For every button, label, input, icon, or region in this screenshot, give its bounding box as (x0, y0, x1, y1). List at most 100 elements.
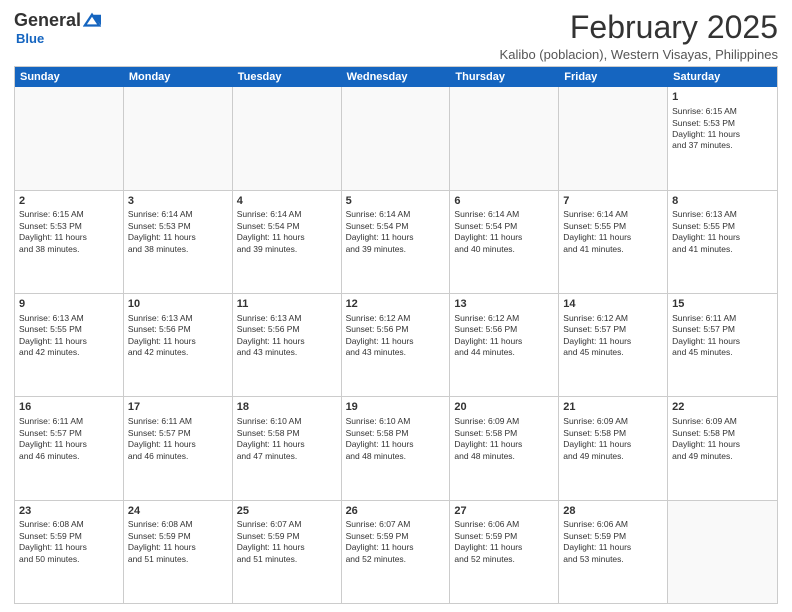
day-cell: 27Sunrise: 6:06 AM Sunset: 5:59 PM Dayli… (450, 501, 559, 603)
day-cell: 6Sunrise: 6:14 AM Sunset: 5:54 PM Daylig… (450, 191, 559, 293)
day-cell: 20Sunrise: 6:09 AM Sunset: 5:58 PM Dayli… (450, 397, 559, 499)
logo-general-text: General (14, 10, 81, 31)
day-info: Sunrise: 6:12 AM Sunset: 5:56 PM Dayligh… (346, 313, 446, 359)
header: General Blue February 2025 Kalibo (pobla… (14, 10, 778, 62)
day-info: Sunrise: 6:10 AM Sunset: 5:58 PM Dayligh… (237, 416, 337, 462)
day-info: Sunrise: 6:14 AM Sunset: 5:53 PM Dayligh… (128, 209, 228, 255)
subtitle: Kalibo (poblacion), Western Visayas, Phi… (500, 47, 778, 62)
day-cell: 26Sunrise: 6:07 AM Sunset: 5:59 PM Dayli… (342, 501, 451, 603)
main-title: February 2025 (500, 10, 778, 45)
day-number: 14 (563, 297, 663, 312)
day-info: Sunrise: 6:08 AM Sunset: 5:59 PM Dayligh… (128, 519, 228, 565)
day-number: 10 (128, 297, 228, 312)
day-number: 16 (19, 400, 119, 415)
day-info: Sunrise: 6:13 AM Sunset: 5:56 PM Dayligh… (128, 313, 228, 359)
week-row-4: 16Sunrise: 6:11 AM Sunset: 5:57 PM Dayli… (15, 396, 777, 499)
day-cell (233, 87, 342, 189)
day-cell (668, 501, 777, 603)
page: General Blue February 2025 Kalibo (pobla… (0, 0, 792, 612)
day-info: Sunrise: 6:14 AM Sunset: 5:55 PM Dayligh… (563, 209, 663, 255)
day-headers: SundayMondayTuesdayWednesdayThursdayFrid… (15, 67, 777, 87)
day-info: Sunrise: 6:11 AM Sunset: 5:57 PM Dayligh… (128, 416, 228, 462)
day-info: Sunrise: 6:07 AM Sunset: 5:59 PM Dayligh… (237, 519, 337, 565)
day-cell (342, 87, 451, 189)
day-info: Sunrise: 6:13 AM Sunset: 5:56 PM Dayligh… (237, 313, 337, 359)
day-info: Sunrise: 6:11 AM Sunset: 5:57 PM Dayligh… (19, 416, 119, 462)
day-number: 11 (237, 297, 337, 312)
day-cell (559, 87, 668, 189)
day-cell: 18Sunrise: 6:10 AM Sunset: 5:58 PM Dayli… (233, 397, 342, 499)
calendar: SundayMondayTuesdayWednesdayThursdayFrid… (14, 66, 778, 604)
day-info: Sunrise: 6:15 AM Sunset: 5:53 PM Dayligh… (672, 106, 773, 152)
day-cell: 19Sunrise: 6:10 AM Sunset: 5:58 PM Dayli… (342, 397, 451, 499)
day-cell: 16Sunrise: 6:11 AM Sunset: 5:57 PM Dayli… (15, 397, 124, 499)
weeks: 1Sunrise: 6:15 AM Sunset: 5:53 PM Daylig… (15, 87, 777, 603)
day-info: Sunrise: 6:11 AM Sunset: 5:57 PM Dayligh… (672, 313, 773, 359)
day-info: Sunrise: 6:09 AM Sunset: 5:58 PM Dayligh… (563, 416, 663, 462)
day-cell: 1Sunrise: 6:15 AM Sunset: 5:53 PM Daylig… (668, 87, 777, 189)
day-number: 24 (128, 504, 228, 519)
day-header-monday: Monday (124, 67, 233, 87)
day-number: 22 (672, 400, 773, 415)
day-cell: 11Sunrise: 6:13 AM Sunset: 5:56 PM Dayli… (233, 294, 342, 396)
day-info: Sunrise: 6:06 AM Sunset: 5:59 PM Dayligh… (563, 519, 663, 565)
day-cell: 17Sunrise: 6:11 AM Sunset: 5:57 PM Dayli… (124, 397, 233, 499)
day-number: 26 (346, 504, 446, 519)
day-info: Sunrise: 6:12 AM Sunset: 5:57 PM Dayligh… (563, 313, 663, 359)
day-number: 12 (346, 297, 446, 312)
day-number: 4 (237, 194, 337, 209)
day-cell: 4Sunrise: 6:14 AM Sunset: 5:54 PM Daylig… (233, 191, 342, 293)
day-info: Sunrise: 6:10 AM Sunset: 5:58 PM Dayligh… (346, 416, 446, 462)
day-info: Sunrise: 6:09 AM Sunset: 5:58 PM Dayligh… (672, 416, 773, 462)
day-info: Sunrise: 6:13 AM Sunset: 5:55 PM Dayligh… (672, 209, 773, 255)
day-info: Sunrise: 6:14 AM Sunset: 5:54 PM Dayligh… (454, 209, 554, 255)
day-number: 21 (563, 400, 663, 415)
day-cell: 13Sunrise: 6:12 AM Sunset: 5:56 PM Dayli… (450, 294, 559, 396)
day-header-friday: Friday (559, 67, 668, 87)
day-cell (124, 87, 233, 189)
logo: General Blue (14, 10, 101, 46)
day-number: 20 (454, 400, 554, 415)
week-row-5: 23 Sunrise: 6:08 AM Sunset: 5:59 PM Dayli… (15, 500, 777, 603)
day-number: 23 (19, 504, 119, 519)
day-info: Sunrise: 6:09 AM Sunset: 5:58 PM Dayligh… (454, 416, 554, 462)
day-number: 8 (672, 194, 773, 209)
day-cell: 10Sunrise: 6:13 AM Sunset: 5:56 PM Dayli… (124, 294, 233, 396)
day-info: Sunrise: 6:06 AM Sunset: 5:59 PM Dayligh… (454, 519, 554, 565)
day-cell: 23Sunrise: 6:08 AM Sunset: 5:59 PM Dayli… (15, 501, 124, 603)
day-cell: 14Sunrise: 6:12 AM Sunset: 5:57 PM Dayli… (559, 294, 668, 396)
day-cell: 25Sunrise: 6:07 AM Sunset: 5:59 PM Dayli… (233, 501, 342, 603)
day-header-sunday: Sunday (15, 67, 124, 87)
day-number: 25 (237, 504, 337, 519)
day-header-tuesday: Tuesday (233, 67, 342, 87)
week-row-2: 2Sunrise: 6:15 AM Sunset: 5:53 PM Daylig… (15, 190, 777, 293)
day-number: 9 (19, 297, 119, 312)
day-cell: 21Sunrise: 6:09 AM Sunset: 5:58 PM Dayli… (559, 397, 668, 499)
day-number: 13 (454, 297, 554, 312)
day-number: 15 (672, 297, 773, 312)
day-header-wednesday: Wednesday (342, 67, 451, 87)
day-cell: 28Sunrise: 6:06 AM Sunset: 5:59 PM Dayli… (559, 501, 668, 603)
day-number: 19 (346, 400, 446, 415)
day-cell: 24Sunrise: 6:08 AM Sunset: 5:59 PM Dayli… (124, 501, 233, 603)
day-info: Sunrise: 6:07 AM Sunset: 5:59 PM Dayligh… (346, 519, 446, 565)
title-block: February 2025 Kalibo (poblacion), Wester… (500, 10, 778, 62)
day-number: 27 (454, 504, 554, 519)
week-row-3: 9Sunrise: 6:13 AM Sunset: 5:55 PM Daylig… (15, 293, 777, 396)
day-cell: 7Sunrise: 6:14 AM Sunset: 5:55 PM Daylig… (559, 191, 668, 293)
day-info: Sunrise: 6:14 AM Sunset: 5:54 PM Dayligh… (237, 209, 337, 255)
week-row-1: 1Sunrise: 6:15 AM Sunset: 5:53 PM Daylig… (15, 87, 777, 189)
day-number: 28 (563, 504, 663, 519)
logo-blue-label: Blue (16, 31, 44, 46)
day-cell: 5Sunrise: 6:14 AM Sunset: 5:54 PM Daylig… (342, 191, 451, 293)
day-cell: 3Sunrise: 6:14 AM Sunset: 5:53 PM Daylig… (124, 191, 233, 293)
day-header-thursday: Thursday (450, 67, 559, 87)
day-number: 17 (128, 400, 228, 415)
day-info: Sunrise: 6:13 AM Sunset: 5:55 PM Dayligh… (19, 313, 119, 359)
day-cell: 2Sunrise: 6:15 AM Sunset: 5:53 PM Daylig… (15, 191, 124, 293)
day-cell (450, 87, 559, 189)
day-cell: 12Sunrise: 6:12 AM Sunset: 5:56 PM Dayli… (342, 294, 451, 396)
day-cell: 15Sunrise: 6:11 AM Sunset: 5:57 PM Dayli… (668, 294, 777, 396)
day-number: 7 (563, 194, 663, 209)
logo-icon (83, 12, 101, 30)
